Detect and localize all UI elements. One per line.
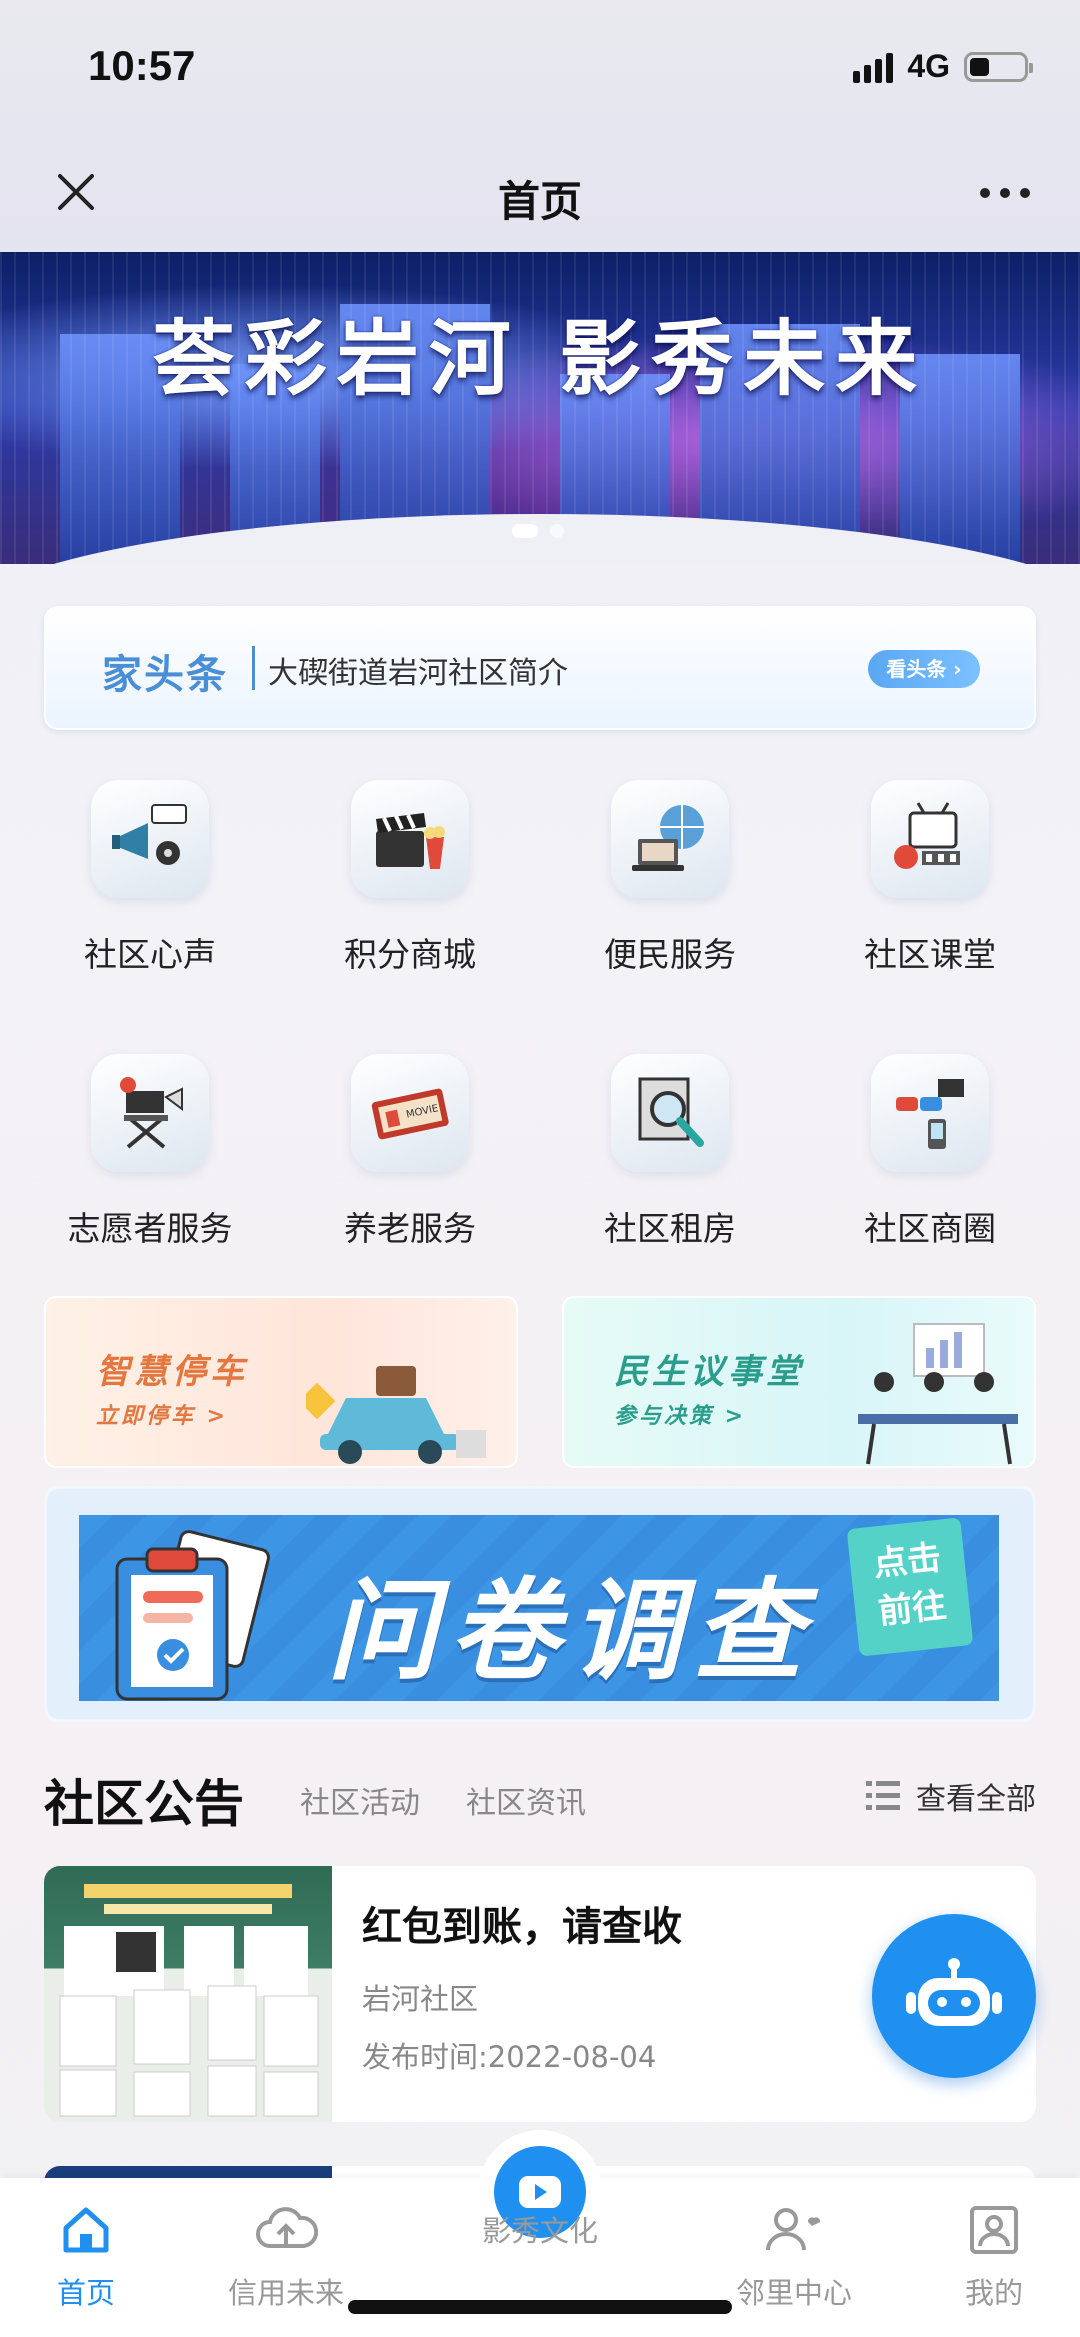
signal-icon	[853, 51, 894, 83]
tab-home[interactable]: 首页	[0, 2198, 176, 2312]
grid-item-elderly-care[interactable]: MOVIE 养老服务	[280, 1054, 540, 1250]
headline-brand: 家头条	[102, 652, 228, 698]
movie-ticket-icon: MOVIE	[351, 1054, 469, 1172]
view-all-link[interactable]: 查看全部	[864, 1774, 1036, 1818]
grid-label: 社区租房	[604, 1209, 736, 1248]
tab-label: 我的	[964, 2276, 1023, 2310]
news-thumbnail	[44, 1866, 332, 2122]
more-icon[interactable]	[980, 188, 1030, 198]
tv-icon	[871, 780, 989, 898]
status-bar: 10:57 4G	[0, 0, 1080, 140]
banner-title: 荟彩岩河 影秀未来	[152, 312, 928, 407]
grid-label: 志愿者服务	[67, 1209, 233, 1248]
home-indicator[interactable]	[348, 2300, 732, 2314]
clipboard-icon	[115, 1530, 270, 1701]
car-illustration	[306, 1366, 486, 1464]
tab-neighborhood[interactable]: 邻里中心	[704, 2198, 884, 2312]
nav-bar: 首页	[0, 140, 1080, 252]
go-button[interactable]: 点击前往	[846, 1517, 974, 1657]
director-chair-icon	[91, 1054, 209, 1172]
person-heart-icon	[704, 2198, 884, 2262]
news-source: 岩河社区	[362, 1982, 479, 2016]
card-link: 立即停车 >	[96, 1404, 229, 1429]
megaphone-icon	[91, 780, 209, 898]
news-date: 发布时间:2022-08-04	[362, 2040, 657, 2074]
profile-icon	[904, 2198, 1080, 2262]
survey-banner[interactable]: 问卷调查 点击前往	[44, 1486, 1036, 1722]
list-icon	[866, 1781, 900, 1810]
section-title[interactable]: 社区公告	[44, 1764, 244, 1836]
grid-item-classroom[interactable]: 社区课堂	[800, 780, 1060, 976]
clapperboard-icon	[351, 780, 469, 898]
tab-news[interactable]: 社区资讯	[466, 1778, 586, 1822]
page-title: 首页	[497, 177, 582, 226]
status-icons: 4G	[853, 48, 1033, 85]
headline-bar[interactable]: 家头条 大碶街道岩河社区简介 看头条 ›	[44, 606, 1036, 730]
grid-item-rental[interactable]: 社区租房	[540, 1054, 800, 1250]
grid-label: 积分商城	[344, 935, 476, 974]
news-title: 红包到账，请查收	[362, 1904, 682, 1950]
tab-label: 影秀文化	[481, 2214, 598, 2248]
grid-label: 社区商圈	[864, 1209, 996, 1248]
grid-label: 便民服务	[604, 935, 736, 974]
robot-icon	[906, 1958, 1002, 2026]
grid-label: 社区课堂	[864, 935, 996, 974]
globe-laptop-icon	[611, 780, 729, 898]
council-card[interactable]: 民生议事堂 参与决策 >	[562, 1296, 1036, 1468]
meeting-illustration	[858, 1323, 1018, 1465]
card-title: 智慧停车	[96, 1352, 248, 1392]
tab-credit[interactable]: 信用未来	[196, 2198, 376, 2312]
grid-item-convenience[interactable]: 便民服务	[540, 780, 800, 976]
grid-label: 养老服务	[344, 1209, 476, 1248]
tab-activities[interactable]: 社区活动	[300, 1778, 420, 1822]
home-icon	[0, 2198, 176, 2262]
3d-glasses-icon	[871, 1054, 989, 1172]
divider	[252, 646, 255, 690]
status-time: 10:57	[88, 42, 196, 89]
grid-item-business[interactable]: 社区商圈	[800, 1054, 1060, 1250]
view-headline-button[interactable]: 看头条 ›	[868, 650, 980, 688]
grid-label: 社区心声	[84, 935, 216, 974]
smart-parking-card[interactable]: 智慧停车 立即停车 >	[44, 1296, 518, 1468]
grid-item-points-mall[interactable]: 积分商城	[280, 780, 540, 976]
banner-carousel[interactable]: 荟彩岩河 影秀未来	[0, 252, 1080, 564]
go-label: 点击前往	[871, 1537, 949, 1633]
battery-icon	[964, 51, 1033, 82]
magnifier-icon	[611, 1054, 729, 1172]
network-label: 4G	[907, 48, 950, 84]
grid-item-volunteer[interactable]: 志愿者服务	[20, 1054, 280, 1250]
card-title: 民生议事堂	[614, 1352, 804, 1392]
view-all-label: 查看全部	[916, 1782, 1036, 1817]
tab-label: 首页	[56, 2276, 115, 2310]
card-link: 参与决策 >	[614, 1404, 747, 1429]
headline-text[interactable]: 大碶街道岩河社区简介	[268, 648, 568, 692]
survey-title: 问卷调查	[327, 1567, 815, 1695]
assistant-robot-button[interactable]	[872, 1914, 1036, 2078]
carousel-dots	[512, 524, 564, 538]
cloud-upload-icon	[196, 2198, 376, 2262]
tab-mine[interactable]: 我的	[904, 2198, 1080, 2312]
grid-item-community-voice[interactable]: 社区心声	[20, 780, 280, 976]
